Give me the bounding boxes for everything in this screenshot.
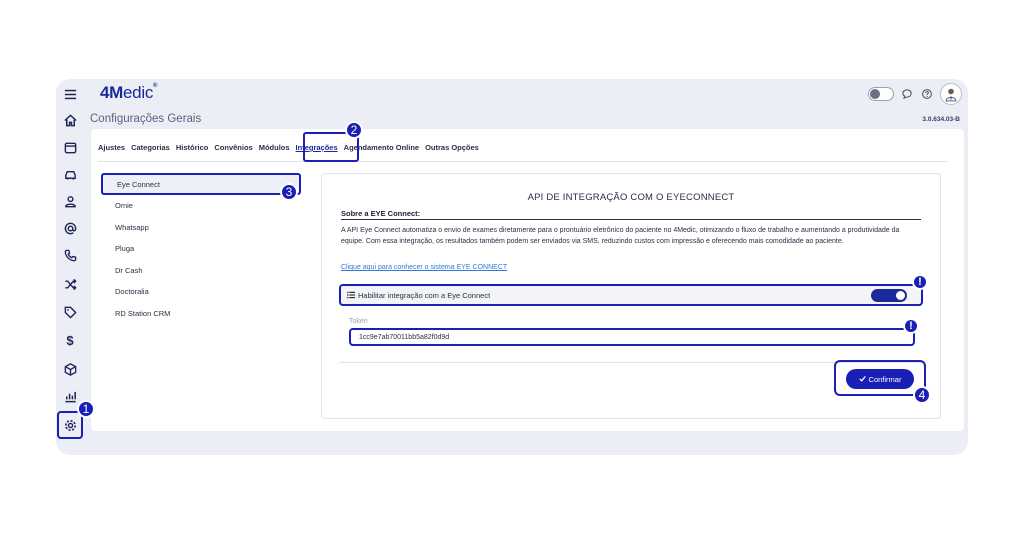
alert-badge-token: ! xyxy=(903,318,919,334)
menu-item-pluga[interactable]: Pluga xyxy=(101,238,301,260)
panel-title: API DE INTEGRAÇÃO COM O EYECONNECT xyxy=(527,192,735,203)
app-window: $ 4Medic® Configurações Gerais 3.0.634.0… xyxy=(56,79,968,455)
enable-integration-switch[interactable] xyxy=(871,289,907,302)
list-icon xyxy=(347,286,355,304)
shuffle-icon[interactable] xyxy=(60,274,80,294)
settings-content: Ajustes Categorias Histórico Convênios M… xyxy=(91,129,964,431)
theme-toggle[interactable] xyxy=(868,87,894,101)
sidebar: $ xyxy=(56,79,84,455)
eye-connect-link[interactable]: Clique aqui para conhecer o sistema EYE … xyxy=(341,264,507,271)
top-actions xyxy=(868,82,962,106)
chat-icon[interactable] xyxy=(900,87,914,101)
integrations-menu: Eye Connect Omie Whatsapp Pluga Dr Cash … xyxy=(101,173,301,324)
at-icon[interactable] xyxy=(60,218,80,238)
step-badge-2: 2 xyxy=(345,121,363,139)
about-text: A API Eye Connect automatiza o envio de … xyxy=(341,227,900,245)
step-badge-1: 1 xyxy=(77,400,95,418)
phone-icon[interactable] xyxy=(60,245,80,265)
tag-icon[interactable] xyxy=(60,302,80,322)
tab-outras-opcoes[interactable]: Outras Opções xyxy=(425,143,479,152)
alert-badge-toggle: ! xyxy=(912,274,928,290)
menu-item-omie[interactable]: Omie xyxy=(101,195,301,217)
logo-rest: edic xyxy=(123,83,154,102)
menu-item-dr-cash[interactable]: Dr Cash xyxy=(101,260,301,282)
integration-panel: API DE INTEGRAÇÃO COM O EYECONNECT Sobre… xyxy=(321,173,941,419)
logo-main: 4M xyxy=(100,83,124,102)
menu-item-doctoralia[interactable]: Doctoralia xyxy=(101,281,301,303)
app-version: 3.0.634.03-B xyxy=(922,116,960,123)
chart-icon[interactable] xyxy=(60,386,80,406)
box-icon[interactable] xyxy=(60,359,80,379)
menu-item-eye-connect[interactable]: Eye Connect xyxy=(101,173,301,195)
token-label: Token xyxy=(349,318,368,325)
tab-ajustes[interactable]: Ajustes xyxy=(98,143,125,152)
about-divider xyxy=(341,219,921,220)
user-avatar[interactable] xyxy=(940,83,962,105)
dollar-icon[interactable]: $ xyxy=(60,330,80,350)
tab-categorias[interactable]: Categorias xyxy=(131,143,170,152)
enable-integration-row: Habilitar integração com a Eye Connect xyxy=(339,284,923,306)
step-badge-4: 4 xyxy=(913,386,931,404)
step-badge-3: 3 xyxy=(280,183,298,201)
page-title: Configurações Gerais xyxy=(90,113,202,125)
check-icon xyxy=(858,375,866,384)
home-icon[interactable] xyxy=(60,110,80,130)
calendar-icon[interactable] xyxy=(60,137,80,157)
tab-historico[interactable]: Histórico xyxy=(176,143,209,152)
user-icon[interactable] xyxy=(60,191,80,211)
tab-modulos[interactable]: Módulos xyxy=(259,143,290,152)
tabs-divider xyxy=(98,161,948,162)
menu-item-rd-station-crm[interactable]: RD Station CRM xyxy=(101,303,301,325)
car-icon[interactable] xyxy=(60,164,80,184)
help-icon[interactable] xyxy=(920,87,934,101)
token-input[interactable]: 1cc9e7ab70011bb5a82f0d9d xyxy=(349,328,915,346)
app-logo: 4Medic® xyxy=(100,83,158,102)
enable-integration-label: Habilitar integração com a Eye Connect xyxy=(358,290,491,300)
confirm-label: Confirmar xyxy=(868,374,902,384)
settings-tabs: Ajustes Categorias Histórico Convênios M… xyxy=(98,143,485,152)
tab-convenios[interactable]: Convênios xyxy=(214,143,252,152)
menu-item-whatsapp[interactable]: Whatsapp xyxy=(101,217,301,239)
about-title: Sobre a EYE Connect: xyxy=(341,209,421,218)
menu-icon[interactable] xyxy=(60,84,80,104)
confirm-highlight: Confirmar xyxy=(834,360,926,396)
confirm-button[interactable]: Confirmar xyxy=(846,369,914,389)
